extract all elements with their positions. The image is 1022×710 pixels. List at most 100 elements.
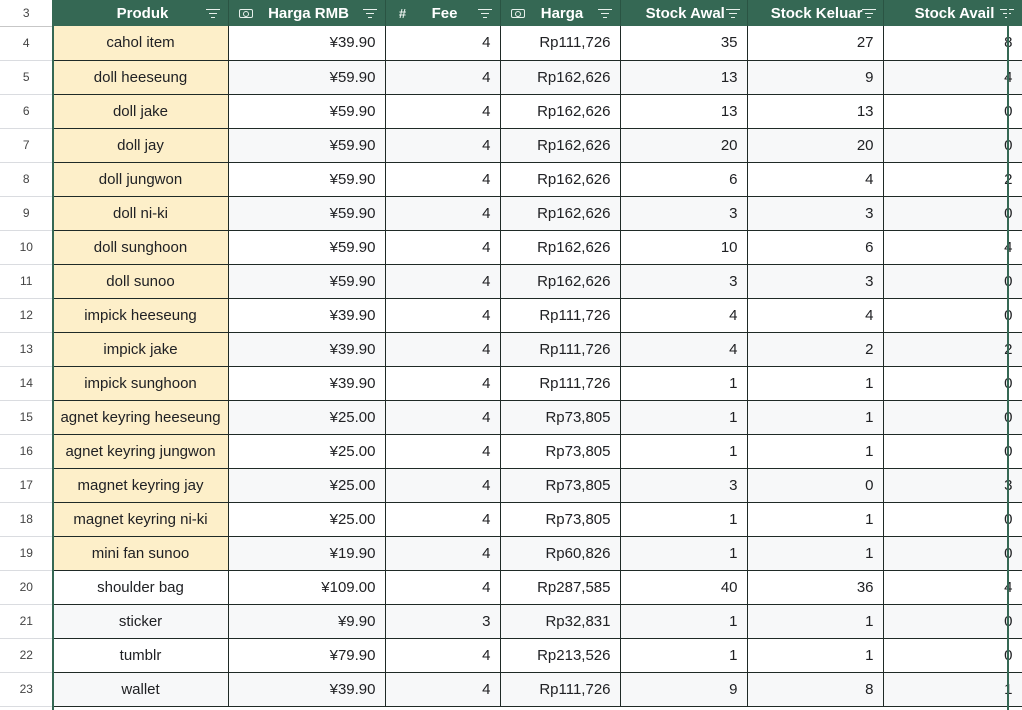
product-cell[interactable]: sticker <box>53 604 229 639</box>
harga-cell[interactable]: Rp111,726 <box>500 26 621 61</box>
fee-cell[interactable]: 4 <box>385 230 501 265</box>
product-cell[interactable]: agnet keyring heeseung <box>53 400 229 435</box>
harga-rmb-cell[interactable]: ¥59.90 <box>228 128 386 163</box>
stock-awal-cell[interactable]: 1 <box>620 400 748 435</box>
stock-keluar-cell[interactable]: 6 <box>747 230 884 265</box>
row-number[interactable]: 20 <box>0 570 54 605</box>
row-number[interactable]: 13 <box>0 332 54 367</box>
row-number[interactable]: 9 <box>0 196 54 231</box>
column-header-fee[interactable]: # Fee <box>385 0 501 26</box>
stock-keluar-cell[interactable]: 1 <box>747 536 884 571</box>
stock-awal-cell[interactable]: 3 <box>620 468 748 503</box>
stock-keluar-cell[interactable]: 1 <box>747 366 884 401</box>
stock-awal-cell[interactable]: 4 <box>620 298 748 333</box>
stock-keluar-cell[interactable]: 20 <box>747 128 884 163</box>
harga-cell[interactable]: Rp162,626 <box>500 264 621 299</box>
product-cell[interactable]: impick heeseung <box>53 298 229 333</box>
stock-avail-cell[interactable]: 3 <box>883 468 1022 503</box>
harga-rmb-cell[interactable]: ¥19.90 <box>228 536 386 571</box>
stock-avail-cell[interactable]: 4 <box>883 60 1022 95</box>
product-cell[interactable]: tumblr <box>53 638 229 673</box>
harga-rmb-cell[interactable]: ¥39.90 <box>228 298 386 333</box>
stock-avail-cell[interactable]: 0 <box>883 502 1022 537</box>
harga-cell[interactable]: Rp73,805 <box>500 468 621 503</box>
harga-cell[interactable]: Rp73,805 <box>500 502 621 537</box>
row-number[interactable]: 10 <box>0 230 54 265</box>
stock-avail-cell[interactable]: 2 <box>883 332 1022 367</box>
stock-keluar-cell[interactable]: 36 <box>747 570 884 605</box>
row-number[interactable]: 16 <box>0 434 54 469</box>
stock-awal-cell[interactable]: 6 <box>620 162 748 197</box>
stock-awal-cell[interactable]: 1 <box>620 434 748 469</box>
product-cell[interactable]: magnet keyring jay <box>53 468 229 503</box>
stock-awal-cell[interactable]: 3 <box>620 264 748 299</box>
harga-rmb-cell[interactable]: ¥59.90 <box>228 60 386 95</box>
stock-awal-cell[interactable]: 1 <box>620 604 748 639</box>
fee-cell[interactable]: 4 <box>385 502 501 537</box>
product-cell[interactable]: shoulder bag <box>53 570 229 605</box>
filter-icon[interactable] <box>362 8 377 18</box>
product-cell[interactable]: agnet keyring jungwon <box>53 434 229 469</box>
stock-awal-cell[interactable]: 3 <box>620 196 748 231</box>
row-number[interactable]: 6 <box>0 94 54 129</box>
stock-avail-cell[interactable]: 0 <box>883 196 1022 231</box>
harga-rmb-cell[interactable]: ¥79.90 <box>228 638 386 673</box>
harga-cell[interactable]: Rp162,626 <box>500 94 621 129</box>
product-cell[interactable]: doll sunghoon <box>53 230 229 265</box>
product-cell[interactable]: mini fan sunoo <box>53 536 229 571</box>
column-header-harga-rmb[interactable]: Harga RMB <box>228 0 386 26</box>
harga-cell[interactable]: Rp60,826 <box>500 536 621 571</box>
stock-awal-cell[interactable]: 13 <box>620 94 748 129</box>
stock-awal-cell[interactable]: 4 <box>620 332 748 367</box>
stock-keluar-cell[interactable]: 1 <box>747 434 884 469</box>
harga-cell[interactable]: Rp162,626 <box>500 196 621 231</box>
harga-cell[interactable]: Rp162,626 <box>500 162 621 197</box>
stock-keluar-cell[interactable]: 2 <box>747 332 884 367</box>
fee-cell[interactable]: 4 <box>385 638 501 673</box>
stock-avail-cell[interactable]: 0 <box>883 536 1022 571</box>
row-number[interactable]: 14 <box>0 366 54 401</box>
row-number[interactable]: 8 <box>0 162 54 197</box>
harga-cell[interactable]: Rp111,726 <box>500 366 621 401</box>
stock-avail-cell[interactable]: 0 <box>883 94 1022 129</box>
stock-awal-cell[interactable]: 13 <box>620 60 748 95</box>
column-header-stock-keluar[interactable]: Stock Keluar <box>747 0 884 26</box>
row-number[interactable]: 23 <box>0 672 54 707</box>
product-cell[interactable]: doll jungwon <box>53 162 229 197</box>
harga-cell[interactable]: Rp162,626 <box>500 60 621 95</box>
product-cell[interactable]: doll heeseung <box>53 60 229 95</box>
stock-avail-cell[interactable]: 0 <box>883 264 1022 299</box>
row-number[interactable]: 4 <box>0 26 54 61</box>
harga-rmb-cell[interactable]: ¥39.90 <box>228 366 386 401</box>
harga-rmb-cell[interactable]: ¥25.00 <box>228 502 386 537</box>
column-header-stock-avail[interactable]: Stock Avail <box>883 0 1022 26</box>
harga-rmb-cell[interactable]: ¥25.00 <box>228 468 386 503</box>
stock-keluar-cell[interactable]: 0 <box>747 468 884 503</box>
product-cell[interactable]: doll sunoo <box>53 264 229 299</box>
fee-cell[interactable]: 4 <box>385 672 501 707</box>
stock-awal-cell[interactable]: 1 <box>620 638 748 673</box>
harga-rmb-cell[interactable]: ¥59.90 <box>228 94 386 129</box>
harga-rmb-cell[interactable]: ¥9.90 <box>228 604 386 639</box>
row-number[interactable]: 17 <box>0 468 54 503</box>
fee-cell[interactable]: 4 <box>385 570 501 605</box>
harga-rmb-cell[interactable]: ¥39.90 <box>228 672 386 707</box>
stock-awal-cell[interactable]: 20 <box>620 128 748 163</box>
stock-keluar-cell[interactable]: 1 <box>747 604 884 639</box>
stock-awal-cell[interactable]: 10 <box>620 230 748 265</box>
stock-avail-cell[interactable]: 8 <box>883 26 1022 61</box>
product-cell[interactable]: impick sunghoon <box>53 366 229 401</box>
fee-cell[interactable]: 3 <box>385 604 501 639</box>
fee-cell[interactable]: 4 <box>385 468 501 503</box>
stock-keluar-cell[interactable]: 27 <box>747 26 884 61</box>
row-number[interactable]: 19 <box>0 536 54 571</box>
product-cell[interactable]: doll jake <box>53 94 229 129</box>
harga-rmb-cell[interactable]: ¥59.90 <box>228 230 386 265</box>
stock-avail-cell[interactable]: 1 <box>883 672 1022 707</box>
stock-keluar-cell[interactable]: 3 <box>747 196 884 231</box>
fee-cell[interactable]: 4 <box>385 264 501 299</box>
harga-cell[interactable]: Rp32,831 <box>500 604 621 639</box>
stock-avail-cell[interactable]: 0 <box>883 638 1022 673</box>
stock-avail-cell[interactable]: 0 <box>883 434 1022 469</box>
row-number[interactable]: 15 <box>0 400 54 435</box>
